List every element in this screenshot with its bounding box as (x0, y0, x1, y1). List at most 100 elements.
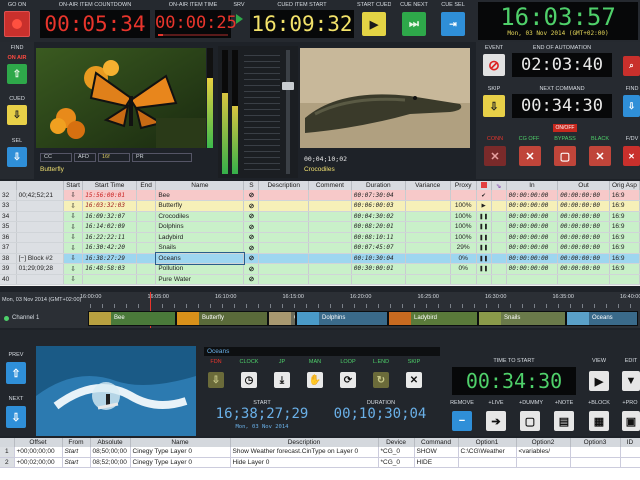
table-row[interactable]: 40 ⇩ Pure Water ⊘ (0, 274, 640, 285)
sec-col-option1[interactable]: Option1 (458, 438, 517, 447)
timeline-clip[interactable]: Croc (268, 311, 296, 326)
sec-col-num[interactable] (0, 438, 15, 447)
add-live-button[interactable]: ➔ (486, 411, 506, 431)
go-on-button[interactable] (4, 11, 30, 37)
secondary-row[interactable]: 1 +00;00;00;00 Start 08;50;00;00 Cinegy Type… (0, 447, 640, 458)
col-name[interactable]: Name (155, 181, 245, 190)
sec-col-name[interactable]: Name (130, 438, 231, 447)
col-link[interactable]: ⇘ (491, 181, 507, 190)
go-on-label: GO ON (7, 2, 27, 8)
sec-col-option2[interactable]: Option2 (516, 438, 571, 447)
cue-label-fdn: FDN (210, 359, 222, 365)
table-row[interactable]: 33 ⇩ 16:03:32:03 Butterfly ⊘ 00:06:00:03 100% ▶… (0, 200, 640, 212)
prev-button[interactable]: ⇧ (6, 362, 26, 384)
fdv-button[interactable]: ✕ (623, 146, 640, 166)
center-audio-meters (218, 46, 298, 178)
table-row[interactable]: 36 ⇩ 16:22:22:11 Ladybird ⊘ 00:08:10:11 100% ❚❚… (0, 232, 640, 243)
col-num[interactable] (0, 181, 17, 190)
add-dummy-button[interactable]: ▢ (520, 411, 540, 431)
playlist-table: Start Start Time End Name S Description … (0, 181, 640, 285)
row-start-time: 16:14:02:09 (82, 221, 137, 233)
timeline-clip[interactable]: Dolphins (296, 311, 388, 326)
add-pro-button[interactable]: ▣ (622, 411, 640, 431)
timeline-clip[interactable]: Oceans (566, 311, 638, 326)
sec-col-absolute[interactable]: Absolute (90, 438, 131, 447)
cue-button-skip[interactable]: ✕ (406, 372, 422, 388)
row-link (491, 274, 507, 285)
sec-col-offset[interactable]: Offset (14, 438, 63, 447)
cue-button-fdn[interactable]: ⇩ (208, 372, 224, 388)
find-on-air-button[interactable]: ⇧ (7, 64, 27, 84)
row-description (258, 200, 309, 212)
cue-sel-button[interactable]: ⇥ (441, 12, 465, 36)
skip-button[interactable]: ⇩ (483, 95, 505, 117)
timeline-clip[interactable]: Butterfly (176, 311, 268, 326)
sec-col-option3[interactable]: Option3 (570, 438, 621, 447)
cue-button-man[interactable]: ✋ (307, 372, 323, 388)
sec-col-from[interactable]: From (62, 438, 91, 447)
add-note-button[interactable]: ▤ (554, 411, 574, 431)
secondary-cell-name: Cinegy Type Layer 0 (130, 447, 231, 458)
edit-button[interactable]: ▼ (622, 371, 640, 391)
start-cued-button[interactable]: ▶ (362, 12, 386, 36)
on-off-badge[interactable]: ON/OFF (553, 124, 577, 132)
on-air-audio-meter (207, 48, 213, 148)
sec-col-command[interactable]: Command (414, 438, 459, 447)
audio-fader-handle[interactable] (282, 82, 294, 90)
col-end[interactable]: End (136, 181, 157, 190)
table-row[interactable]: 34 ⇩ 16:09:32:07 Crocodiles ⊘ 00:04:30:02 100%… (0, 211, 640, 222)
table-row[interactable]: 39 01;29;09;28 ⇩ 16:48:58:03 Pollution ⊘ 00:30… (0, 263, 640, 275)
col-orig-asp[interactable]: Orig Asp (609, 181, 640, 190)
row-proxy: 0% (450, 263, 477, 275)
pro-icon: ▣ (625, 415, 637, 428)
table-row[interactable]: 35 ⇩ 16:14:02:09 Dolphins ⊘ 00:08:20:01 100% ❚❚… (0, 221, 640, 233)
row-block-time (16, 211, 64, 222)
col-duration[interactable]: Duration (351, 181, 406, 190)
timeline-clip[interactable]: Snails (478, 311, 566, 326)
keyer-conn-button[interactable]: ✕ (484, 146, 506, 166)
find-right-button[interactable]: ⌕ (623, 56, 640, 76)
find-down-button[interactable]: ⇩ (623, 95, 640, 117)
keyer-bypass-button[interactable]: ▢ (554, 146, 576, 166)
sec-col-device[interactable]: Device (378, 438, 415, 447)
secondary-row[interactable]: 2 +00;02;00;00 Start 08;52;00;00 Cinegy Type… (0, 457, 640, 468)
table-row[interactable]: 38 [−] Block #2 ⇩ 16:38:27:29 Oceans ⊘ 00:10:3… (0, 252, 640, 265)
col-description[interactable]: Description (258, 181, 309, 190)
keyer-cg-off-button[interactable]: ✕ (519, 146, 541, 166)
view-button[interactable]: ▶ (589, 371, 609, 391)
col-in[interactable]: In (506, 181, 559, 190)
col-proxy[interactable]: Proxy (450, 181, 477, 190)
col-variance[interactable]: Variance (405, 181, 451, 190)
col-out[interactable]: Out (557, 181, 610, 190)
cue-button-loop[interactable]: ⟳ (340, 372, 356, 388)
sec-col-id[interactable]: ID (620, 438, 640, 447)
cue-next-button[interactable]: ⏭ (402, 12, 426, 36)
find-sel-button[interactable]: ⇩ (7, 147, 27, 167)
keyer-black-button[interactable]: ✕ (589, 146, 611, 166)
cue-button-clock[interactable]: ◷ (241, 372, 257, 388)
cue-label-clock: CLOCK (239, 359, 259, 365)
event-block-button[interactable]: ⊘ (483, 54, 505, 76)
remove-button[interactable]: − (452, 411, 472, 431)
table-row[interactable]: 37 ⇩ 16:30:42:20 Snails ⊘ 00:07:45:07 29% ❚❚ 00:… (0, 242, 640, 254)
next-button[interactable]: ⇩ (6, 406, 26, 428)
col-s[interactable]: S (243, 181, 260, 190)
timeline-tick-label: 16:40:00 (620, 294, 640, 300)
sec-col-description[interactable]: Description (230, 438, 379, 447)
find-cued-button[interactable]: ⇩ (7, 105, 27, 125)
col-start[interactable]: Start (63, 181, 84, 190)
timeline-clip[interactable]: Bee (88, 311, 176, 326)
on-air-label: ON AIR (7, 55, 27, 61)
cue-button-jp[interactable]: ⤓ (274, 372, 290, 388)
col-comment[interactable]: Comment (308, 181, 352, 190)
table-row[interactable]: 32 00;42;52;21 ⇩ 15:56:00:01 Bee ⊘ 00:07:30:04… (0, 190, 640, 201)
timeline-clip[interactable]: Ladybird (388, 311, 478, 326)
add-block-button[interactable]: ▦ (589, 411, 609, 431)
row-comment (308, 190, 352, 201)
col-check[interactable] (476, 181, 492, 190)
col-start-time[interactable]: Start Time (82, 181, 137, 190)
arrow-down-icon: ⇩ (489, 100, 499, 113)
cue-button-l-end[interactable]: ↻ (373, 372, 389, 388)
secondary-cell-id (620, 457, 640, 468)
col-time[interactable] (16, 181, 64, 190)
